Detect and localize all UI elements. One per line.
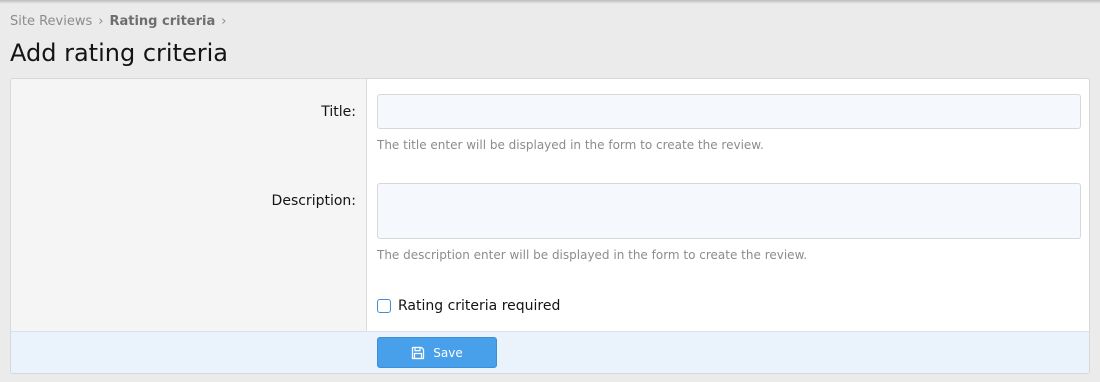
save-button[interactable]: Save [377,337,497,368]
title-label: Title: [321,104,356,120]
save-icon [411,346,425,360]
description-label: Description: [271,193,356,209]
save-button-label: Save [433,345,463,360]
rating-required-label: Rating criteria required [398,298,561,314]
breadcrumb-item-site-reviews[interactable]: Site Reviews [10,14,92,29]
description-hint: The description enter will be displayed … [377,248,808,262]
form-footer: Save [11,331,1089,373]
title-hint: The title enter will be displayed in the… [377,138,764,152]
description-textarea[interactable] [377,183,1081,239]
rating-required-checkbox-row[interactable]: Rating criteria required [377,297,560,315]
top-shadow [0,0,1100,4]
rating-required-checkbox[interactable] [377,299,391,313]
breadcrumb-separator: › [221,13,227,29]
breadcrumb-item-rating-criteria[interactable]: Rating criteria [109,14,215,29]
breadcrumb-separator: › [98,13,104,29]
form-block: Title: Description: The title enter will… [10,78,1090,374]
breadcrumb: Site Reviews › Rating criteria › [10,12,232,30]
page-title: Add rating criteria [10,39,228,67]
title-input[interactable] [377,94,1081,129]
label-column: Title: Description: [11,79,367,331]
